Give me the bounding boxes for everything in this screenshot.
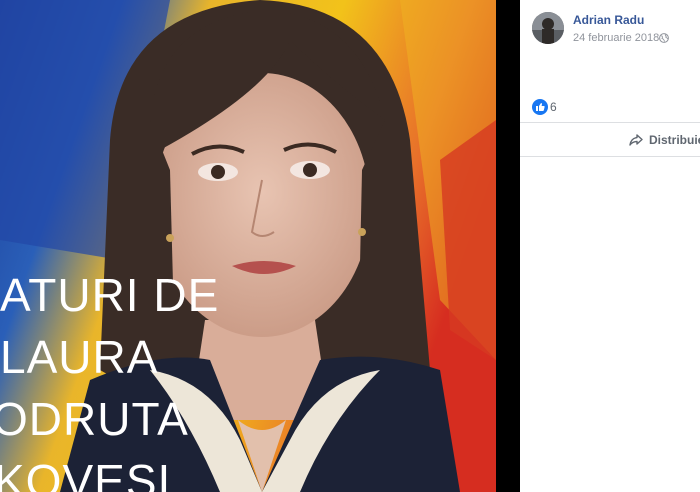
avatar[interactable] — [532, 12, 564, 44]
share-icon — [629, 134, 643, 146]
viewer-gap — [496, 0, 520, 492]
globe-icon — [659, 33, 669, 43]
post-photo[interactable]: ATURI DE LAURA ODRUTA KOVESI — [0, 0, 496, 492]
share-button[interactable]: Distribuie — [628, 130, 700, 150]
overlay-text-line-3: ODRUTA — [0, 393, 189, 445]
author-name-link[interactable]: Adrian Radu — [573, 13, 644, 27]
overlay-text-line-1: ATURI DE — [0, 269, 220, 321]
share-label: Distribuie — [649, 133, 700, 147]
post-side-panel: Adrian Radu 24 februarie 2018 6 Distribu… — [520, 0, 700, 492]
reaction-count[interactable]: 6 — [550, 100, 557, 114]
avatar-image — [532, 12, 564, 44]
overlay-text-line-2: LAURA — [0, 331, 159, 383]
overlay-text-line-4: KOVESI — [0, 455, 172, 492]
post-timestamp[interactable]: 24 februarie 2018 — [573, 32, 659, 44]
like-icon[interactable] — [532, 99, 548, 115]
divider — [520, 122, 700, 123]
divider — [520, 156, 700, 157]
